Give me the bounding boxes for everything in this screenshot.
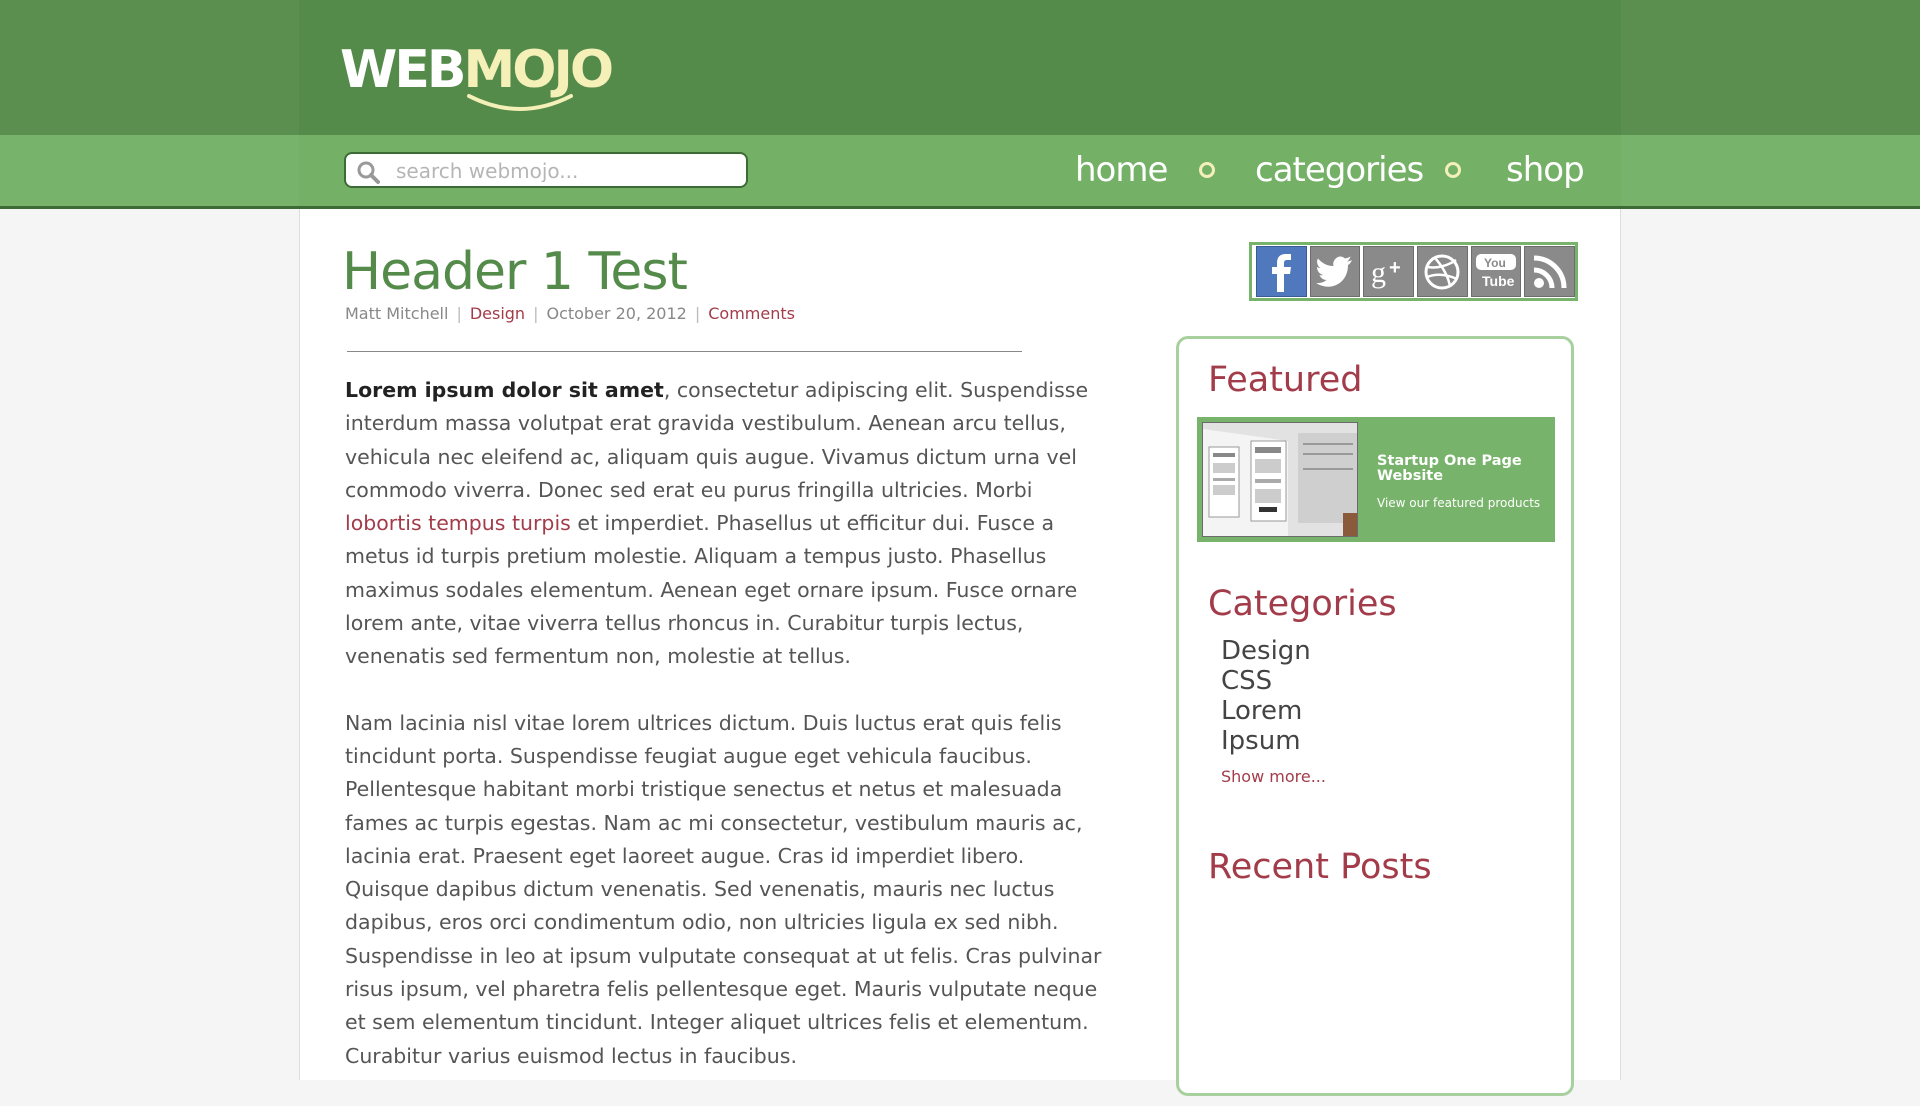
svg-text:g: g — [1371, 256, 1386, 289]
search-icon — [357, 161, 380, 184]
main-nav: home — [1075, 148, 1168, 192]
featured-thumbnail — [1202, 422, 1358, 537]
featured-card[interactable]: Startup One Page Website View our featur… — [1197, 417, 1555, 542]
logo-mojo: MOJO — [463, 40, 615, 100]
post-category-link[interactable]: Design — [470, 304, 525, 323]
category-item[interactable]: Ipsum — [1221, 726, 1311, 756]
rss-icon[interactable] — [1524, 246, 1576, 297]
bold-text: Lorem ipsum dolor sit amet — [345, 378, 664, 402]
paragraph: Lorem ipsum dolor sit amet, consectetur … — [345, 374, 1105, 674]
svg-text:+: + — [1389, 257, 1401, 279]
featured-title: Startup One Page Website — [1377, 453, 1522, 484]
post-meta: Matt Mitchell | Design | October 20, 2012 | Co… — [345, 304, 795, 323]
header-bar — [0, 0, 1920, 135]
featured-heading: Featured — [1208, 360, 1363, 400]
post-body: Lorem ipsum dolor sit amet, consectetur … — [345, 374, 1105, 1106]
paragraph: Nam lacinia nisl vitae lorem ultrices di… — [345, 710, 1102, 1068]
svg-text:You: You — [1484, 256, 1506, 270]
nav-categories-wrap: categories — [1255, 148, 1424, 192]
post-date: October 20, 2012 — [546, 304, 687, 323]
twitter-icon[interactable] — [1309, 246, 1361, 297]
nav-separator-2 — [1445, 148, 1461, 192]
nav-shop[interactable]: shop — [1506, 150, 1585, 190]
nav-bar — [0, 135, 1920, 209]
nav-categories[interactable]: categories — [1255, 150, 1424, 190]
post-author: Matt Mitchell — [345, 304, 449, 323]
nav-dot-icon — [1199, 162, 1215, 178]
logo[interactable]: WEBMOJO — [340, 40, 615, 111]
google-plus-icon[interactable]: g + — [1363, 246, 1415, 297]
show-more-link[interactable]: Show more... — [1221, 767, 1326, 786]
post-title: Header 1 Test — [342, 242, 688, 302]
search-input[interactable] — [396, 160, 736, 182]
category-item[interactable]: CSS — [1221, 666, 1311, 696]
post-comments-link[interactable]: Comments — [708, 304, 795, 323]
inline-link[interactable]: lobortis tempus turpis — [345, 511, 571, 535]
nav-dot-icon — [1445, 162, 1461, 178]
category-item[interactable]: Lorem — [1221, 696, 1311, 726]
categories-heading: Categories — [1208, 584, 1397, 624]
search-box — [344, 152, 748, 188]
logo-web: WEB — [340, 40, 467, 100]
facebook-icon[interactable] — [1256, 246, 1307, 297]
nav-shop-wrap: shop — [1506, 148, 1585, 192]
nav-home[interactable]: home — [1075, 150, 1168, 190]
svg-text:Tube: Tube — [1482, 273, 1515, 289]
category-item[interactable]: Design — [1221, 636, 1311, 666]
recent-posts-heading: Recent Posts — [1208, 847, 1432, 887]
social-bar: g + You Tube — [1249, 242, 1578, 301]
logo-smile-icon — [467, 94, 573, 111]
youtube-icon[interactable]: You Tube — [1470, 246, 1522, 297]
featured-link[interactable]: View our featured products — [1377, 496, 1540, 510]
category-list: Design CSS Lorem Ipsum — [1221, 636, 1311, 756]
dribbble-icon[interactable] — [1417, 246, 1468, 297]
divider — [347, 351, 1022, 352]
nav-separator-1 — [1199, 148, 1215, 192]
